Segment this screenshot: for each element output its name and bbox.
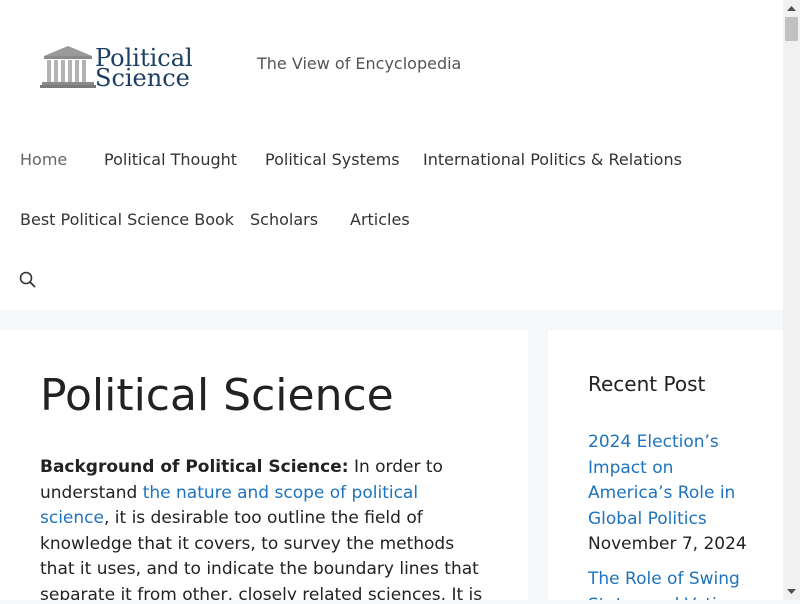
nav-item-articles[interactable]: Articles: [350, 210, 410, 229]
arrow-up-icon: [787, 6, 796, 11]
logo-text: Political Science: [95, 46, 193, 92]
scroll-up-arrow[interactable]: [783, 0, 800, 17]
arrow-down-icon: [787, 589, 796, 594]
logo-line2: Science: [95, 64, 190, 92]
nav-item-home[interactable]: Home: [20, 150, 67, 169]
search-button[interactable]: [18, 270, 38, 290]
page-title: Political Science: [40, 370, 394, 421]
scroll-thumb[interactable]: [785, 17, 798, 41]
intro-paragraph: Background of Political Science: In orde…: [40, 455, 492, 600]
columns-icon: [40, 46, 96, 88]
search-icon: [19, 271, 36, 288]
page: Political Science The View of Encycloped…: [0, 0, 783, 600]
recent-post-date: November 7, 2024: [588, 534, 747, 554]
intro-bold: Background of Political Science:: [40, 457, 349, 477]
nav-item-political-systems[interactable]: Political Systems: [265, 150, 400, 169]
nav-item-scholars[interactable]: Scholars: [250, 210, 318, 229]
site-header: Political Science The View of Encycloped…: [0, 0, 783, 310]
site-logo[interactable]: Political Science: [40, 44, 220, 92]
scroll-down-arrow[interactable]: [783, 583, 800, 600]
vertical-scrollbar[interactable]: [783, 0, 800, 600]
nav-item-best-book[interactable]: Best Political Science Book: [20, 210, 234, 229]
intro-text-2: , it is desirable too outline the field …: [40, 508, 483, 600]
recent-post-title: Recent Post: [588, 372, 706, 396]
nav-item-political-thought[interactable]: Political Thought: [104, 150, 237, 169]
site-tagline: The View of Encyclopedia: [257, 54, 462, 73]
nav-item-international-politics[interactable]: International Politics & Relations: [423, 150, 682, 169]
recent-post-link[interactable]: 2024 Election’s Impact on America’s Role…: [588, 430, 758, 532]
recent-post-link[interactable]: The Role of Swing States and Voting: [588, 567, 758, 600]
